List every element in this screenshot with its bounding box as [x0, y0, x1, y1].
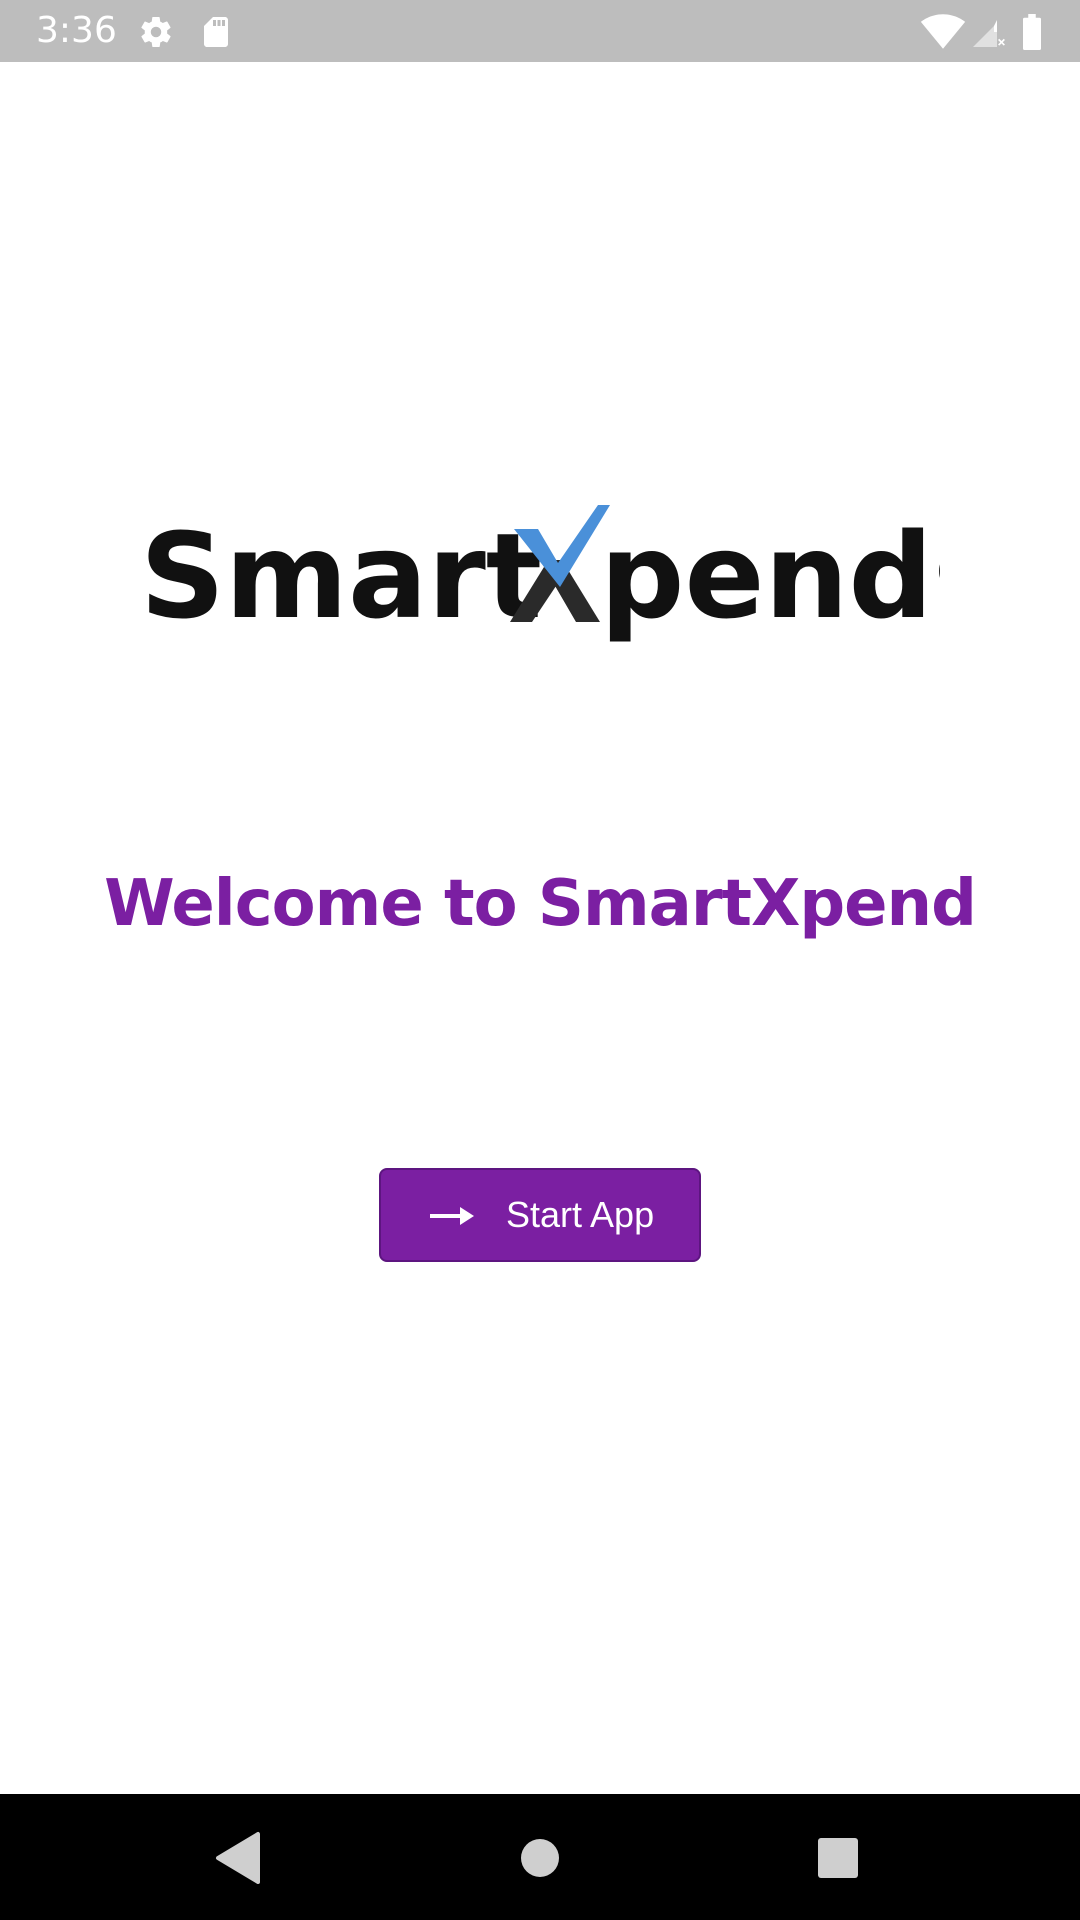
gear-icon: [141, 17, 171, 48]
start-app-label: Start App: [506, 1194, 655, 1235]
recents-button[interactable]: [806, 1826, 870, 1890]
navigation-bar: [0, 1794, 1080, 1920]
logo-text-pends: pends: [600, 507, 940, 645]
back-button[interactable]: [206, 1826, 270, 1890]
status-time: 3:36: [36, 10, 117, 51]
signal-icon: [973, 20, 1005, 47]
welcome-title: Welcome to SmartXpend: [104, 867, 977, 941]
start-app-button[interactable]: Start App: [379, 1168, 701, 1262]
status-bar: 3:36: [0, 0, 1080, 62]
arrow-right-icon: [430, 1207, 474, 1225]
smartxpends-logo: Smart pends: [140, 505, 940, 645]
wifi-icon: [920, 14, 966, 49]
logo-text-smart: Smart: [140, 507, 542, 645]
battery-icon: [1023, 14, 1041, 50]
sd-card-icon: [204, 17, 228, 47]
home-button[interactable]: [508, 1826, 572, 1890]
